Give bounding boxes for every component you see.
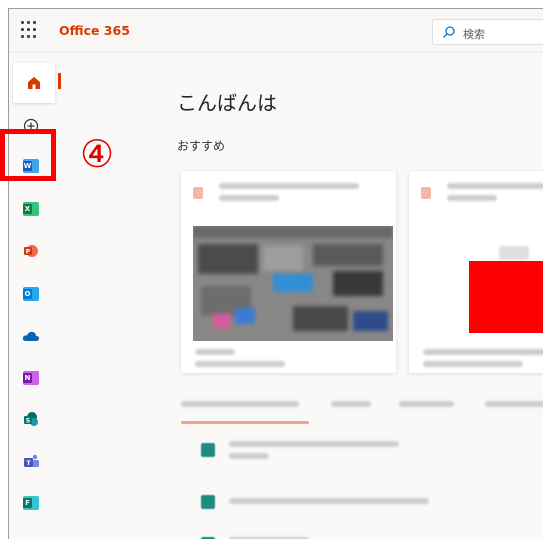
sharepoint-icon: S	[24, 412, 38, 426]
greeting-heading: こんばんは	[177, 91, 277, 115]
rail-item-onedrive[interactable]	[21, 326, 41, 346]
rail-item-outlook[interactable]: O	[21, 284, 41, 304]
excel-icon: X	[23, 202, 39, 216]
tab-shared[interactable]	[399, 401, 454, 407]
rail-item-sway[interactable]: F	[21, 493, 41, 513]
outlook-icon: O	[23, 287, 39, 301]
file-row[interactable]	[195, 487, 495, 517]
app-rail: W X P O N S T F	[9, 53, 61, 539]
step-number: ④	[80, 132, 115, 176]
recommended-label: おすすめ	[177, 139, 226, 153]
office-window: Office 365 検索 W X P O N S T F こんばんは おすすめ	[8, 8, 543, 539]
tab-pinned[interactable]	[331, 401, 371, 407]
rail-item-home[interactable]	[13, 63, 61, 103]
powerpoint-icon: P	[24, 245, 38, 257]
file-icon	[193, 187, 203, 199]
rail-item-onenote[interactable]: N	[21, 368, 41, 388]
brand-title[interactable]: Office 365	[59, 23, 130, 38]
search-icon	[443, 26, 455, 38]
rail-item-powerpoint[interactable]: P	[21, 241, 41, 261]
rail-item-teams[interactable]: T	[21, 451, 41, 471]
file-icon	[421, 187, 431, 199]
tab-discover[interactable]	[485, 401, 543, 407]
document-thumbnail	[193, 226, 393, 341]
home-icon	[28, 77, 40, 89]
sway-icon: F	[23, 496, 39, 510]
search-box[interactable]: 検索	[432, 19, 543, 45]
active-indicator	[58, 73, 61, 89]
onedrive-icon	[22, 331, 40, 341]
svg-text:P: P	[26, 249, 31, 256]
file-icon	[201, 495, 215, 509]
rail-item-excel[interactable]: X	[21, 199, 41, 219]
file-row[interactable]	[195, 525, 495, 539]
word-highlight-box	[0, 129, 56, 181]
search-placeholder: 検索	[463, 28, 485, 41]
tab-recent[interactable]	[181, 401, 299, 407]
top-bar: Office 365 検索	[9, 9, 543, 53]
file-icon	[201, 443, 215, 457]
onenote-icon: N	[23, 371, 39, 385]
teams-icon: T	[23, 454, 39, 467]
app-launcher-icon[interactable]	[21, 21, 39, 39]
recommended-card[interactable]	[409, 171, 543, 373]
active-tab-underline	[181, 421, 309, 424]
redaction-block	[469, 261, 543, 333]
recommended-card[interactable]	[181, 171, 396, 373]
svg-text:S: S	[26, 418, 30, 425]
rail-item-sharepoint[interactable]: S	[21, 409, 41, 429]
file-row[interactable]	[195, 435, 495, 465]
